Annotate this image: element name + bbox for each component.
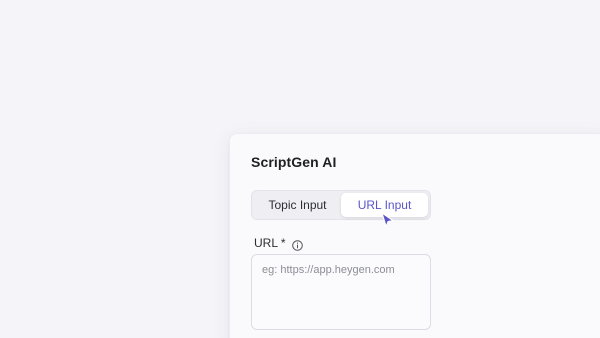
url-label: URL *: [254, 236, 286, 250]
pointer-arrow-icon: [381, 212, 395, 228]
scriptgen-panel: ScriptGen AI Topic Input URL Input URL *: [229, 133, 600, 338]
app-stage: ScriptGen AI Topic Input URL Input URL *: [0, 0, 600, 338]
panel-title: ScriptGen AI: [251, 154, 337, 170]
info-circle-icon[interactable]: [291, 238, 303, 251]
tab-topic-input[interactable]: Topic Input: [254, 193, 341, 217]
url-input[interactable]: [251, 254, 431, 330]
input-mode-toggle: Topic Input URL Input: [251, 190, 431, 220]
url-label-row: URL *: [254, 236, 303, 251]
